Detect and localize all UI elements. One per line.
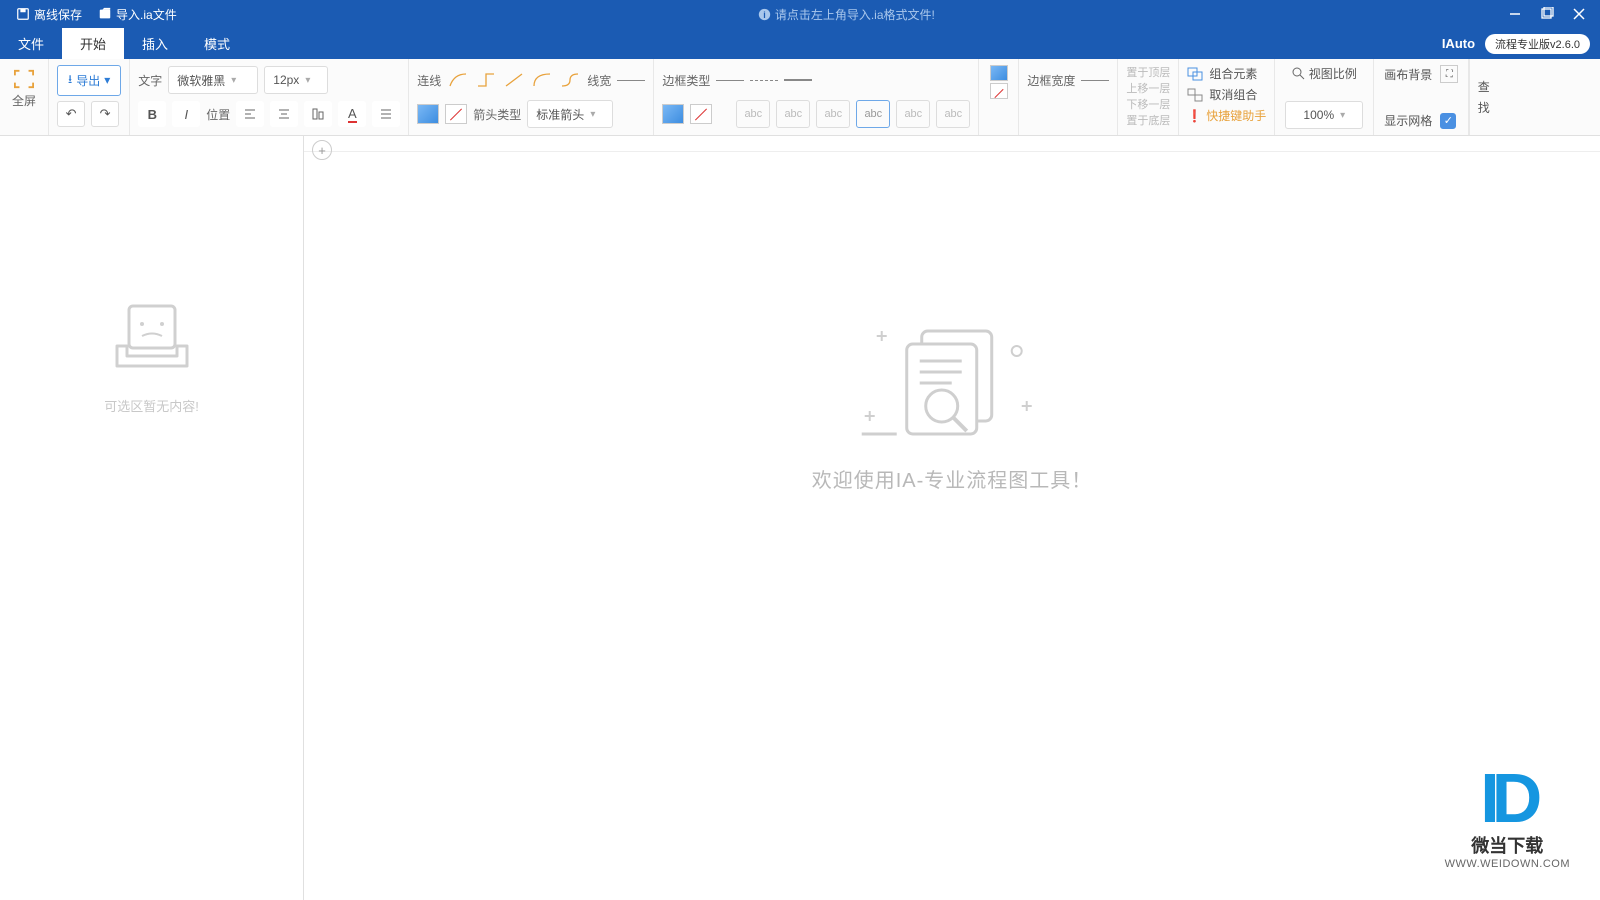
font-family-select[interactable]: 微软雅黑▾ (168, 66, 258, 94)
welcome-placeholder: 欢迎使用IA-专业流程图工具！ (812, 316, 1093, 493)
canvas-bg-label: 画布背景 (1384, 66, 1432, 83)
workspace: 可选区暂无内容! + 欢迎使用IA-专业流程图工具 (0, 136, 1600, 900)
fullscreen-icon (13, 69, 35, 89)
sidebar-empty-text: 可选区暂无内容! (104, 396, 199, 415)
titlebar-hint: i 请点击左上角导入.ia格式文件! (185, 6, 1508, 23)
welcome-illustration-icon (852, 316, 1052, 446)
group-icon (1187, 67, 1203, 81)
menu-mode[interactable]: 模式 (186, 28, 248, 59)
menubar: 文件 开始 插入 模式 IAuto 流程专业版v2.6.0 (0, 28, 1600, 59)
empty-box-icon (107, 296, 197, 376)
bring-front-button[interactable]: 置于顶层 (1126, 65, 1170, 81)
menu-file[interactable]: 文件 (0, 28, 62, 59)
watermark-url: WWW.WEIDOWN.COM (1445, 858, 1570, 870)
line-label: 连线 (417, 72, 441, 89)
border-dash-button[interactable] (750, 80, 778, 81)
watermark-cn: 微当下载 (1445, 832, 1570, 858)
border-type-label: 边框类型 (662, 72, 710, 89)
italic-button[interactable]: I (172, 101, 200, 127)
text-pos-1[interactable]: abc (736, 100, 770, 128)
shapes-sidebar: 可选区暂无内容! (0, 136, 304, 900)
connector-4-icon[interactable] (531, 71, 553, 89)
border-solid-button[interactable] (716, 80, 744, 81)
bold-button[interactable]: B (138, 101, 166, 127)
menu-start[interactable]: 开始 (62, 28, 124, 59)
import-ia-label: 导入.ia文件 (116, 6, 177, 23)
maximize-button[interactable] (1540, 7, 1554, 21)
brand-label: IAuto (1442, 36, 1475, 51)
line-nocolor-button[interactable] (445, 104, 467, 124)
hotkey-helper-button[interactable]: ❗ 快捷键助手 (1187, 107, 1266, 124)
minimize-button[interactable] (1508, 7, 1522, 21)
connector-3-icon[interactable] (503, 71, 525, 89)
layer-order-group: 置于顶层 上移一层 下移一层 置于底层 (1126, 65, 1170, 129)
move-down-button[interactable]: 下移一层 (1126, 97, 1170, 113)
text-pos-5[interactable]: abc (896, 100, 930, 128)
text-pos-2[interactable]: abc (776, 100, 810, 128)
position-label: 位置 (206, 106, 230, 123)
group-button[interactable]: 组合元素 (1187, 65, 1266, 82)
ungroup-button[interactable]: 取消组合 (1187, 86, 1266, 103)
bg-nocolor-button[interactable] (990, 83, 1008, 99)
align-mid-button[interactable] (270, 101, 298, 127)
search-icon (1292, 67, 1305, 80)
info-icon: ❗ (1187, 109, 1202, 123)
welcome-text: 欢迎使用IA-专业流程图工具！ (812, 464, 1093, 493)
line-width-label: 线宽 (587, 72, 611, 89)
border-width-sample[interactable] (1081, 80, 1109, 81)
watermark: ID 微当下载 WWW.WEIDOWN.COM (1445, 758, 1570, 870)
offline-save-label: 离线保存 (34, 6, 82, 23)
text-pos-4[interactable]: abc (856, 100, 890, 128)
ribbon: 全屏 ⭳ 导出 ▾ ↶ ↷ 文字 微软雅黑▾ 12px▾ B I 位置 (0, 59, 1600, 136)
redo-button[interactable]: ↷ (91, 101, 119, 127)
connector-1-icon[interactable] (447, 71, 469, 89)
text-pos-6[interactable]: abc (936, 100, 970, 128)
align-menu-button[interactable] (372, 101, 400, 127)
canvas-area[interactable]: + 欢迎使用IA-专业流程图工具！ (304, 136, 1600, 900)
undo-button[interactable]: ↶ (57, 101, 85, 127)
arrow-type-label: 箭头类型 (473, 106, 521, 123)
line-width-sample[interactable] (617, 80, 645, 81)
offline-save-button[interactable]: 离线保存 (8, 2, 90, 27)
align-left-button[interactable] (236, 101, 264, 127)
fill-nocolor-button[interactable] (690, 104, 712, 124)
version-badge: 流程专业版v2.6.0 (1485, 34, 1590, 54)
connector-2-icon[interactable] (475, 71, 497, 89)
watermark-logo: ID (1445, 758, 1570, 838)
bg-color-button[interactable] (990, 65, 1008, 81)
export-button[interactable]: ⭳ 导出 ▾ (57, 65, 121, 96)
search-button[interactable]: 查 找 (1469, 59, 1497, 135)
show-grid-checkbox[interactable]: ✓ (1440, 113, 1456, 129)
ungroup-icon (1187, 88, 1203, 102)
import-ia-button[interactable]: 导入.ia文件 (90, 2, 185, 27)
font-size-select[interactable]: 12px▾ (264, 66, 328, 94)
close-button[interactable] (1572, 7, 1586, 21)
connector-5-icon[interactable] (559, 71, 581, 89)
valign-button[interactable] (304, 101, 332, 127)
titlebar: 离线保存 导入.ia文件 i 请点击左上角导入.ia格式文件! (0, 0, 1600, 28)
border-width-label: 边框宽度 (1027, 72, 1075, 89)
move-up-button[interactable]: 上移一层 (1126, 81, 1170, 97)
menu-insert[interactable]: 插入 (124, 28, 186, 59)
font-color-button[interactable]: A (338, 101, 366, 127)
svg-text:i: i (763, 9, 765, 19)
add-page-button[interactable]: + (312, 140, 332, 160)
arrow-style-select[interactable]: 标准箭头▾ (527, 100, 613, 128)
zoom-label: 视图比例 (1292, 65, 1357, 82)
chevron-down-icon: ▾ (104, 73, 110, 87)
fill-color-button[interactable] (662, 104, 684, 124)
text-label: 文字 (138, 72, 162, 89)
line-color-button[interactable] (417, 104, 439, 124)
ruler (304, 136, 1600, 152)
download-icon: ⭳ (68, 70, 72, 91)
text-pos-3[interactable]: abc (816, 100, 850, 128)
fullscreen-button[interactable]: 全屏 (8, 65, 40, 113)
send-back-button[interactable]: 置于底层 (1126, 113, 1170, 129)
canvas-bg-button[interactable]: ⛶ (1440, 65, 1458, 83)
zoom-select[interactable]: 100%▾ (1285, 101, 1363, 129)
border-thick-button[interactable] (784, 79, 812, 81)
show-grid-label: 显示网格 (1384, 112, 1432, 129)
